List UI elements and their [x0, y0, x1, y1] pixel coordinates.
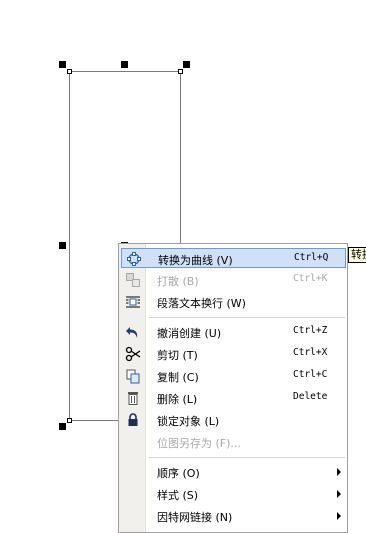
menu-item-label: 段落文本换行 (W) [157, 297, 246, 310]
corner-node-top-right[interactable] [178, 69, 183, 74]
undo-icon [123, 324, 143, 340]
cut-icon [123, 346, 143, 362]
corner-node-bottom-left[interactable] [67, 418, 72, 423]
menu-item-break-apart[interactable]: 打散 (B) Ctrl+K [121, 270, 346, 290]
wrap-paragraph-text-icon [123, 294, 143, 310]
menu-item-cut[interactable]: 剪切 (T) Ctrl+X [121, 344, 346, 364]
submenu-arrow-icon [337, 468, 341, 476]
menu-item-label: 撤消创建 (U) [157, 327, 222, 340]
submenu-arrow-icon [337, 490, 341, 498]
menu-item-undo-create[interactable]: 撤消创建 (U) Ctrl+Z [121, 322, 346, 342]
menu-item-lock-object[interactable]: 锁定对象 (L) [121, 410, 346, 430]
menu-item-styles[interactable]: 样式 (S) [121, 484, 346, 504]
menu-item-internet-link[interactable]: 因特网链接 (N) [121, 506, 346, 526]
copy-icon [123, 368, 143, 384]
menu-item-shortcut: Delete [293, 391, 328, 402]
menu-item-shortcut: Ctrl+K [293, 273, 328, 284]
selection-handle-top-left[interactable] [59, 61, 66, 68]
menu-item-wrap-paragraph-text[interactable]: 段落文本换行 (W) [121, 292, 346, 312]
menu-item-shortcut: Ctrl+X [293, 347, 328, 358]
menu-item-shortcut: Ctrl+C [293, 369, 328, 380]
menu-item-label: 位图另存为 (F)... [157, 437, 241, 450]
corner-node-top-left[interactable] [67, 69, 72, 74]
menu-item-label: 剪切 (T) [157, 349, 198, 362]
menu-item-shortcut: Ctrl+Z [293, 325, 328, 336]
delete-icon [123, 390, 143, 406]
lock-icon [123, 412, 143, 428]
menu-item-label: 打散 (B) [157, 275, 199, 288]
submenu-arrow-icon [337, 512, 341, 520]
menu-item-label: 因特网链接 (N) [157, 511, 233, 524]
menu-item-save-bitmap-as[interactable]: 位图另存为 (F)... [121, 432, 346, 452]
selection-handle-bottom-left[interactable] [59, 423, 66, 430]
menu-item-order[interactable]: 顺序 (O) [121, 462, 346, 482]
selection-handle-top-right[interactable] [183, 61, 190, 68]
menu-item-label: 转换为曲线 (V) [158, 254, 233, 267]
menu-item-label: 顺序 (O) [157, 467, 200, 480]
menu-item-label: 删除 (L) [157, 393, 198, 406]
selection-handle-top-center[interactable] [121, 61, 128, 68]
menu-item-convert-to-curves[interactable]: 转换为曲线 (V) Ctrl+Q [121, 248, 346, 268]
menu-item-shortcut: Ctrl+Q [294, 252, 329, 263]
menu-item-delete[interactable]: 删除 (L) Delete [121, 388, 346, 408]
selection-handle-middle-left[interactable] [59, 242, 66, 249]
menu-item-label: 锁定对象 (L) [157, 415, 220, 428]
menu-separator [149, 317, 345, 318]
menu-item-label: 样式 (S) [157, 489, 199, 502]
convert-to-curves-icon [124, 251, 144, 267]
menu-item-copy[interactable]: 复制 (C) Ctrl+C [121, 366, 346, 386]
menu-item-label: 复制 (C) [157, 371, 199, 384]
break-apart-icon [123, 272, 143, 288]
menu-separator [149, 457, 345, 458]
tooltip: 转换 [348, 247, 366, 263]
context-menu: 转换为曲线 (V) Ctrl+Q 打散 (B) Ctrl+K 段落文本换行 (W… [118, 243, 348, 533]
